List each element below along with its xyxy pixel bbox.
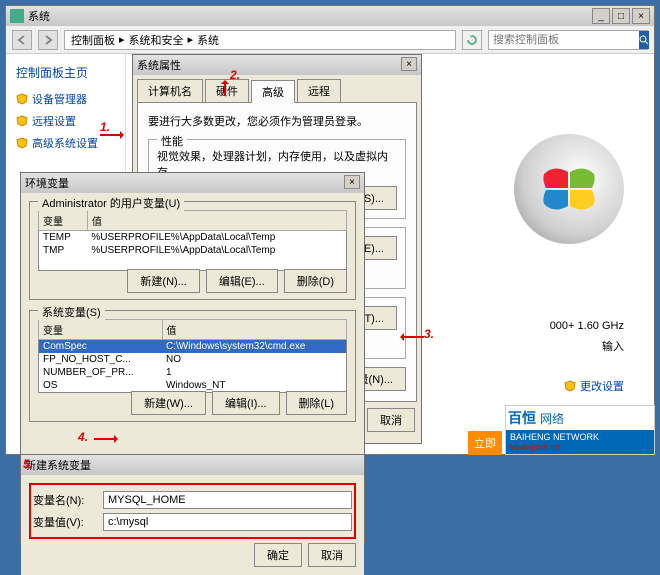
close-button[interactable]: × <box>632 8 650 24</box>
link-device-manager[interactable]: 设备管理器 <box>16 91 115 107</box>
close-icon[interactable]: × <box>344 175 360 189</box>
back-button[interactable] <box>12 30 32 50</box>
highlight-box: 变量名(N): 变量值(V): <box>29 483 356 539</box>
table-row[interactable]: NUMBER_OF_PR...1 <box>39 366 347 379</box>
search-input[interactable] <box>489 34 639 46</box>
table-row[interactable]: TEMP%USERPROFILE%\AppData\Local\Temp <box>39 231 347 245</box>
tab-hardware[interactable]: 硬件 <box>205 79 249 102</box>
tab-computer-name[interactable]: 计算机名 <box>137 79 203 102</box>
change-settings-link[interactable]: 更改设置 <box>564 378 624 394</box>
system-title: 系统 <box>28 8 592 24</box>
newvar-titlebar: 新建系统变量 <box>21 455 364 475</box>
env-vars-dialog: 环境变量 × Administrator 的用户变量(U) 变量值 TEMP%U… <box>20 172 365 472</box>
refresh-button[interactable] <box>462 30 482 50</box>
minimize-button[interactable]: _ <box>592 8 610 24</box>
system-specs: 000+ 1.60 GHz 输入 <box>550 314 624 360</box>
shield-icon <box>564 380 576 392</box>
user-edit-button[interactable]: 编辑(E)... <box>206 269 278 293</box>
sys-new-button[interactable]: 新建(W)... <box>131 391 206 415</box>
system-titlebar: 系统 _ □ × <box>6 6 654 26</box>
envdlg-titlebar: 环境变量 × <box>21 173 364 193</box>
link-remote-settings[interactable]: 远程设置 <box>16 113 115 129</box>
sys-vars-group: 系统变量(S) 变量值 ComSpecC:\Windows\system32\c… <box>29 310 356 422</box>
user-vars-table[interactable]: 变量值 TEMP%USERPROFILE%\AppData\Local\Temp… <box>38 210 347 271</box>
system-icon <box>10 9 24 23</box>
close-icon[interactable]: × <box>401 57 417 71</box>
tab-remote[interactable]: 远程 <box>297 79 341 102</box>
sys-delete-button[interactable]: 删除(L) <box>286 391 347 415</box>
var-name-input[interactable] <box>103 491 352 509</box>
link-advanced-settings[interactable]: 高级系统设置 <box>16 135 115 151</box>
var-value-label: 变量值(V): <box>33 514 103 530</box>
sysprops-titlebar: 系统属性 × <box>133 55 421 75</box>
sys-vars-table[interactable]: 变量值 ComSpecC:\Windows\system32\cmd.exe F… <box>38 319 347 393</box>
breadcrumb-seg[interactable]: 系统 <box>197 32 219 48</box>
windows-logo <box>514 134 624 244</box>
fwd-button[interactable] <box>38 30 58 50</box>
sysprops-tabs: 计算机名 硬件 高级 远程 <box>133 75 421 102</box>
newvar-cancel-button[interactable]: 取消 <box>308 543 356 567</box>
breadcrumb-seg[interactable]: 控制面板 <box>71 32 115 48</box>
envdlg-title: 环境变量 <box>25 175 360 191</box>
user-vars-group: Administrator 的用户变量(U) 变量值 TEMP%USERPROF… <box>29 201 356 300</box>
sys-edit-button[interactable]: 编辑(I)... <box>212 391 280 415</box>
new-system-var-dialog: 新建系统变量 变量名(N): 变量值(V): 确定 取消 <box>20 454 365 544</box>
sysprops-title: 系统属性 <box>137 57 417 73</box>
search-icon[interactable] <box>639 31 649 49</box>
cta-badge[interactable]: 立即 <box>468 431 502 455</box>
table-row[interactable]: ComSpecC:\Windows\system32\cmd.exe <box>39 340 347 354</box>
var-value-input[interactable] <box>103 513 352 531</box>
table-row[interactable]: TMP%USERPROFILE%\AppData\Local\Temp <box>39 244 347 257</box>
leftpane-heading: 控制面板主页 <box>16 64 115 81</box>
user-delete-button[interactable]: 删除(D) <box>284 269 347 293</box>
tab-advanced[interactable]: 高级 <box>251 80 295 103</box>
newvar-title: 新建系统变量 <box>25 457 360 473</box>
search-box[interactable] <box>488 30 648 50</box>
nav-toolbar: 控制面板▸ 系统和安全▸ 系统 <box>6 26 654 54</box>
shield-icon <box>16 93 28 105</box>
breadcrumb[interactable]: 控制面板▸ 系统和安全▸ 系统 <box>64 30 456 50</box>
maximize-button[interactable]: □ <box>612 8 630 24</box>
sysprops-cancel-button[interactable]: 取消 <box>367 408 415 432</box>
newvar-ok-button[interactable]: 确定 <box>254 543 302 567</box>
shield-icon <box>16 137 28 149</box>
breadcrumb-seg[interactable]: 系统和安全 <box>129 32 184 48</box>
table-row[interactable]: FP_NO_HOST_C...NO <box>39 353 347 366</box>
shield-icon <box>16 115 28 127</box>
admin-note: 要进行大多数更改，您必须作为管理员登录。 <box>148 113 406 129</box>
user-new-button[interactable]: 新建(N)... <box>127 269 199 293</box>
var-name-label: 变量名(N): <box>33 492 103 508</box>
ad-banner: 百恒网络 BAIHENG NETWORK www.jxbh.cn <box>505 405 655 455</box>
